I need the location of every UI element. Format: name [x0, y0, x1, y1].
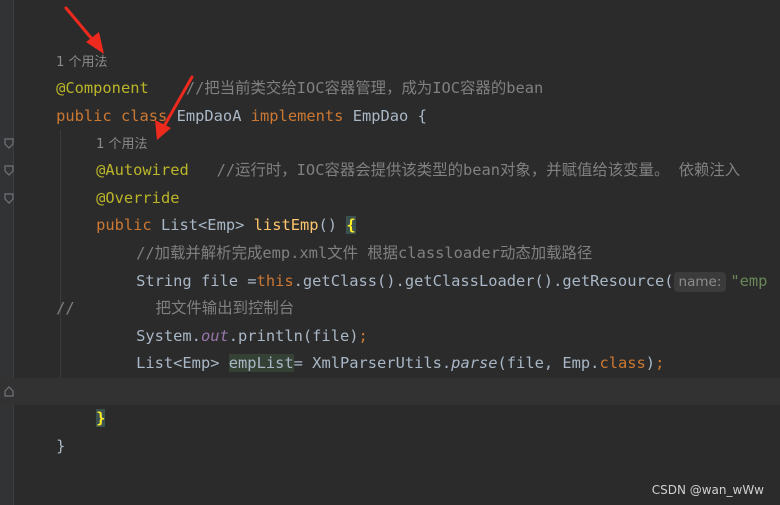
code-editor[interactable]: 1 个用法 @Component //把当前类交给IOC容器管理，成为IOC容器… [0, 0, 780, 505]
code-line-close-class[interactable]: } [0, 406, 780, 455]
code-line-commented-out[interactable]: //把文件输出到控制台 [0, 268, 780, 317]
code-line-autowired[interactable]: @Autowired //运行时，IOC容器会提供该类型的bean对象，并赋值给… [0, 130, 780, 179]
code-line-parse[interactable]: List<Emp> empList= XmlParserUtils.parse(… [0, 323, 780, 372]
code-line-return[interactable]: return empList; [0, 351, 780, 400]
usage-hint[interactable]: 1 个用法 [0, 21, 780, 70]
code-line-file[interactable]: String file =this.getClass().getClassLoa… [0, 241, 780, 292]
class-close-brace: } [56, 437, 66, 455]
code-line-close-method[interactable]: } [0, 378, 780, 427]
watermark: CSDN @wan_wWw [651, 483, 764, 497]
usage-hint[interactable]: 1 个用法 [0, 103, 780, 152]
code-line-component[interactable]: @Component //把当前类交给IOC容器管理，成为IOC容器的bean [0, 48, 780, 97]
code-line-comment[interactable]: //加载并解析完成emp.xml文件 根据classloader动态加载路径 [0, 213, 780, 262]
code-line-println[interactable]: System.out.println(file); [0, 296, 780, 345]
code-line-override[interactable]: @Override [0, 158, 780, 207]
code-line-method[interactable]: public List<Emp> listEmp() { [0, 185, 780, 234]
code-line-class[interactable]: public class EmpDaoA implements EmpDao { [0, 76, 780, 125]
